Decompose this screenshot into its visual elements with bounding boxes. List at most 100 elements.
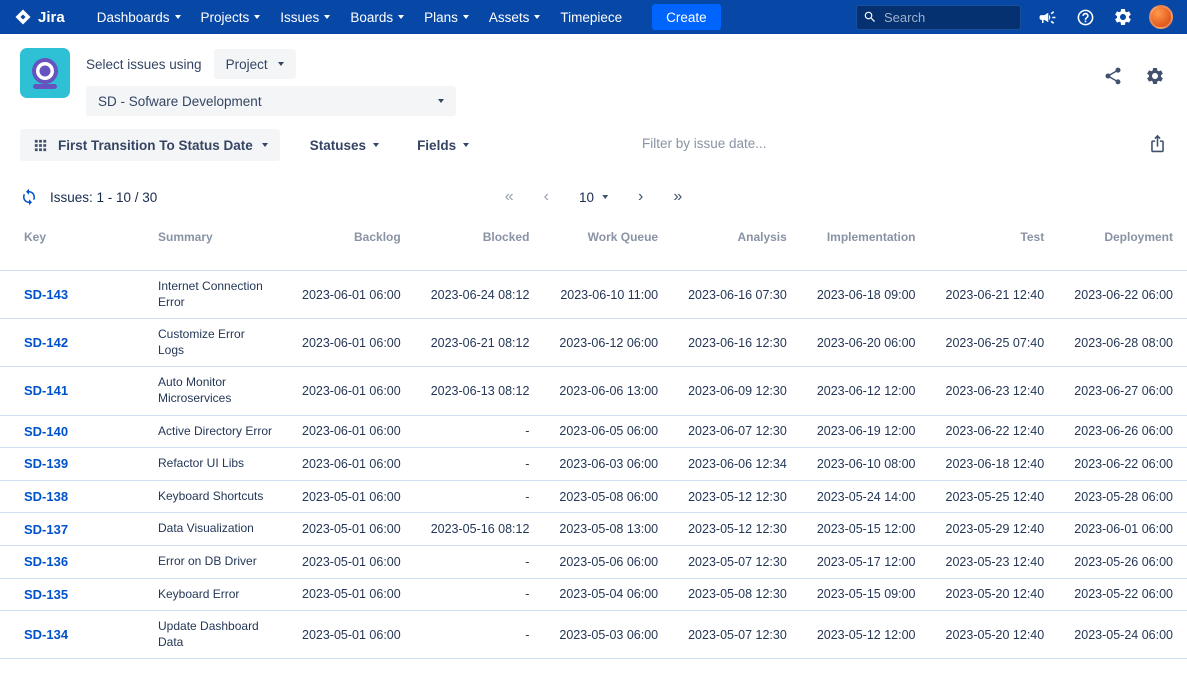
chevron-down-icon [398, 15, 405, 19]
issue-date-filter-input[interactable] [640, 135, 880, 152]
jira-logo-text: Jira [38, 8, 65, 26]
issue-key-link[interactable]: SD-139 [24, 456, 68, 471]
date-cell: 2023-05-26 06:00 [1074, 554, 1173, 569]
date-cell: 2023-06-07 12:30 [688, 424, 787, 439]
chevron-down-icon [602, 195, 609, 199]
date-cell: 2023-06-21 08:12 [430, 335, 530, 350]
summary-cell: Refactor UI Libs [158, 456, 245, 471]
key-cell: SD-137 [0, 513, 158, 546]
last-page-button[interactable]: » [673, 189, 682, 205]
issue-key-link[interactable]: SD-138 [24, 489, 68, 504]
date-cell: 2023-05-01 06:00 [302, 522, 401, 537]
chevron-down-icon [534, 15, 541, 19]
issue-key-link[interactable]: SD-141 [24, 383, 68, 398]
issue-key-link[interactable]: SD-142 [24, 335, 68, 350]
date-cell: 2023-05-08 06:00 [559, 489, 659, 504]
column-header-implementation[interactable]: Implementation [801, 222, 930, 271]
report-type-dropdown[interactable]: First Transition To Status Date [20, 129, 280, 161]
summary-cell: Keyboard Error [158, 586, 240, 601]
jira-logo[interactable]: Jira [14, 8, 65, 26]
user-avatar[interactable] [1149, 5, 1173, 29]
date-cell: - [525, 627, 530, 642]
date-cell: 2023-05-15 09:00 [816, 587, 916, 602]
next-page-button[interactable]: › [638, 189, 643, 205]
date-cell: 2023-05-12 12:30 [688, 522, 787, 537]
chevron-down-icon [277, 62, 284, 66]
nav-item-timepiece[interactable]: Timepiece [560, 10, 622, 25]
date-cell: 2023-05-17 12:00 [816, 554, 916, 569]
statuses-dropdown[interactable]: Statuses [302, 138, 387, 153]
summary-cell: Error on DB Driver [158, 553, 257, 568]
feedback-megaphone-icon[interactable] [1035, 5, 1059, 29]
date-cell: - [525, 587, 530, 602]
column-header-work-queue[interactable]: Work Queue [543, 222, 672, 271]
previous-page-button[interactable]: ‹ [544, 189, 549, 205]
column-header-deployment[interactable]: Deployment [1058, 222, 1187, 271]
fields-dropdown[interactable]: Fields [409, 138, 477, 153]
project-value: SD - Sofware Development [98, 93, 262, 109]
date-cell: 2023-05-04 06:00 [559, 587, 659, 602]
date-cell: 2023-05-16 08:12 [430, 522, 530, 537]
date-cell: 2023-06-01 06:00 [302, 335, 401, 350]
issue-key-link[interactable]: SD-140 [24, 424, 68, 439]
search-input[interactable] [856, 4, 1021, 30]
date-cell: 2023-05-01 06:00 [302, 587, 401, 602]
pagination-row: Issues: 1 - 10 / 30 « ‹ 10 › » [0, 182, 1187, 212]
column-header-backlog[interactable]: Backlog [286, 222, 415, 271]
issue-key-link[interactable]: SD-134 [24, 627, 68, 642]
column-header-analysis[interactable]: Analysis [672, 222, 801, 271]
report-settings-gear-icon[interactable] [1143, 64, 1167, 88]
nav-right [856, 4, 1173, 30]
chevron-down-icon [174, 15, 181, 19]
refresh-icon[interactable] [20, 188, 38, 206]
date-cell: - [525, 424, 530, 439]
date-cell: 2023-05-01 06:00 [302, 627, 401, 642]
date-cell: 2023-06-10 11:00 [560, 287, 659, 302]
date-cell: 2023-05-23 12:40 [945, 554, 1045, 569]
create-button[interactable]: Create [652, 4, 721, 30]
project-dropdown[interactable]: SD - Sofware Development [86, 86, 456, 116]
nav-item-assets[interactable]: Assets [489, 10, 541, 25]
issue-key-link[interactable]: SD-136 [24, 554, 68, 569]
nav-item-projects[interactable]: Projects [201, 10, 261, 25]
date-cell: 2023-05-08 13:00 [559, 522, 659, 537]
issue-source-mode-dropdown[interactable]: Project [213, 49, 296, 79]
share-icon[interactable] [1101, 64, 1125, 88]
issue-key-link[interactable]: SD-135 [24, 587, 68, 602]
nav-item-label: Projects [200, 9, 250, 25]
table-row: SD-137 Data Visualization 2023-05-01 06:00… [0, 512, 1187, 546]
help-icon[interactable] [1073, 5, 1097, 29]
date-cell: 2023-06-16 12:30 [688, 335, 787, 350]
date-cell: 2023-06-06 12:34 [688, 456, 787, 471]
date-cell: 2023-06-09 12:30 [688, 383, 787, 398]
summary-cell: Keyboard Shortcuts [158, 488, 264, 503]
column-header-summary[interactable]: Summary [158, 222, 286, 271]
date-cell: 2023-06-26 06:00 [1074, 424, 1173, 439]
summary-cell: Update Dashboard Data [158, 619, 259, 649]
summary-cell: Internet Connection Error [158, 279, 263, 309]
header-actions [1101, 64, 1167, 116]
date-cell: 2023-06-21 12:40 [945, 287, 1045, 302]
date-cell: 2023-06-24 08:12 [430, 287, 530, 302]
issue-key-link[interactable]: SD-143 [24, 287, 68, 302]
nav-item-boards[interactable]: Boards [350, 9, 405, 25]
page-size-select[interactable]: 10 [579, 190, 609, 205]
table-row: SD-140 Active Directory Error 2023-06-01 0… [0, 415, 1187, 448]
date-cell: 2023-05-24 14:00 [816, 489, 916, 504]
chevron-down-icon [462, 15, 469, 19]
nav-item-dashboards[interactable]: Dashboards [97, 10, 181, 25]
first-page-button[interactable]: « [505, 189, 514, 205]
nav-item-plans[interactable]: Plans [424, 10, 469, 25]
settings-gear-icon[interactable] [1111, 5, 1135, 29]
nav-item-label: Boards [350, 9, 394, 25]
export-icon[interactable] [1148, 134, 1167, 156]
chevron-down-icon [373, 143, 380, 147]
date-cell: 2023-06-01 06:00 [302, 287, 401, 302]
nav-item-issues[interactable]: Issues [280, 10, 331, 25]
column-header-test[interactable]: Test [930, 222, 1059, 271]
column-header-key[interactable]: Key [0, 222, 158, 271]
key-cell: SD-141 [0, 367, 158, 415]
issue-key-link[interactable]: SD-137 [24, 522, 68, 537]
column-header-blocked[interactable]: Blocked [415, 222, 544, 271]
date-cell: 2023-06-12 06:00 [559, 335, 659, 350]
